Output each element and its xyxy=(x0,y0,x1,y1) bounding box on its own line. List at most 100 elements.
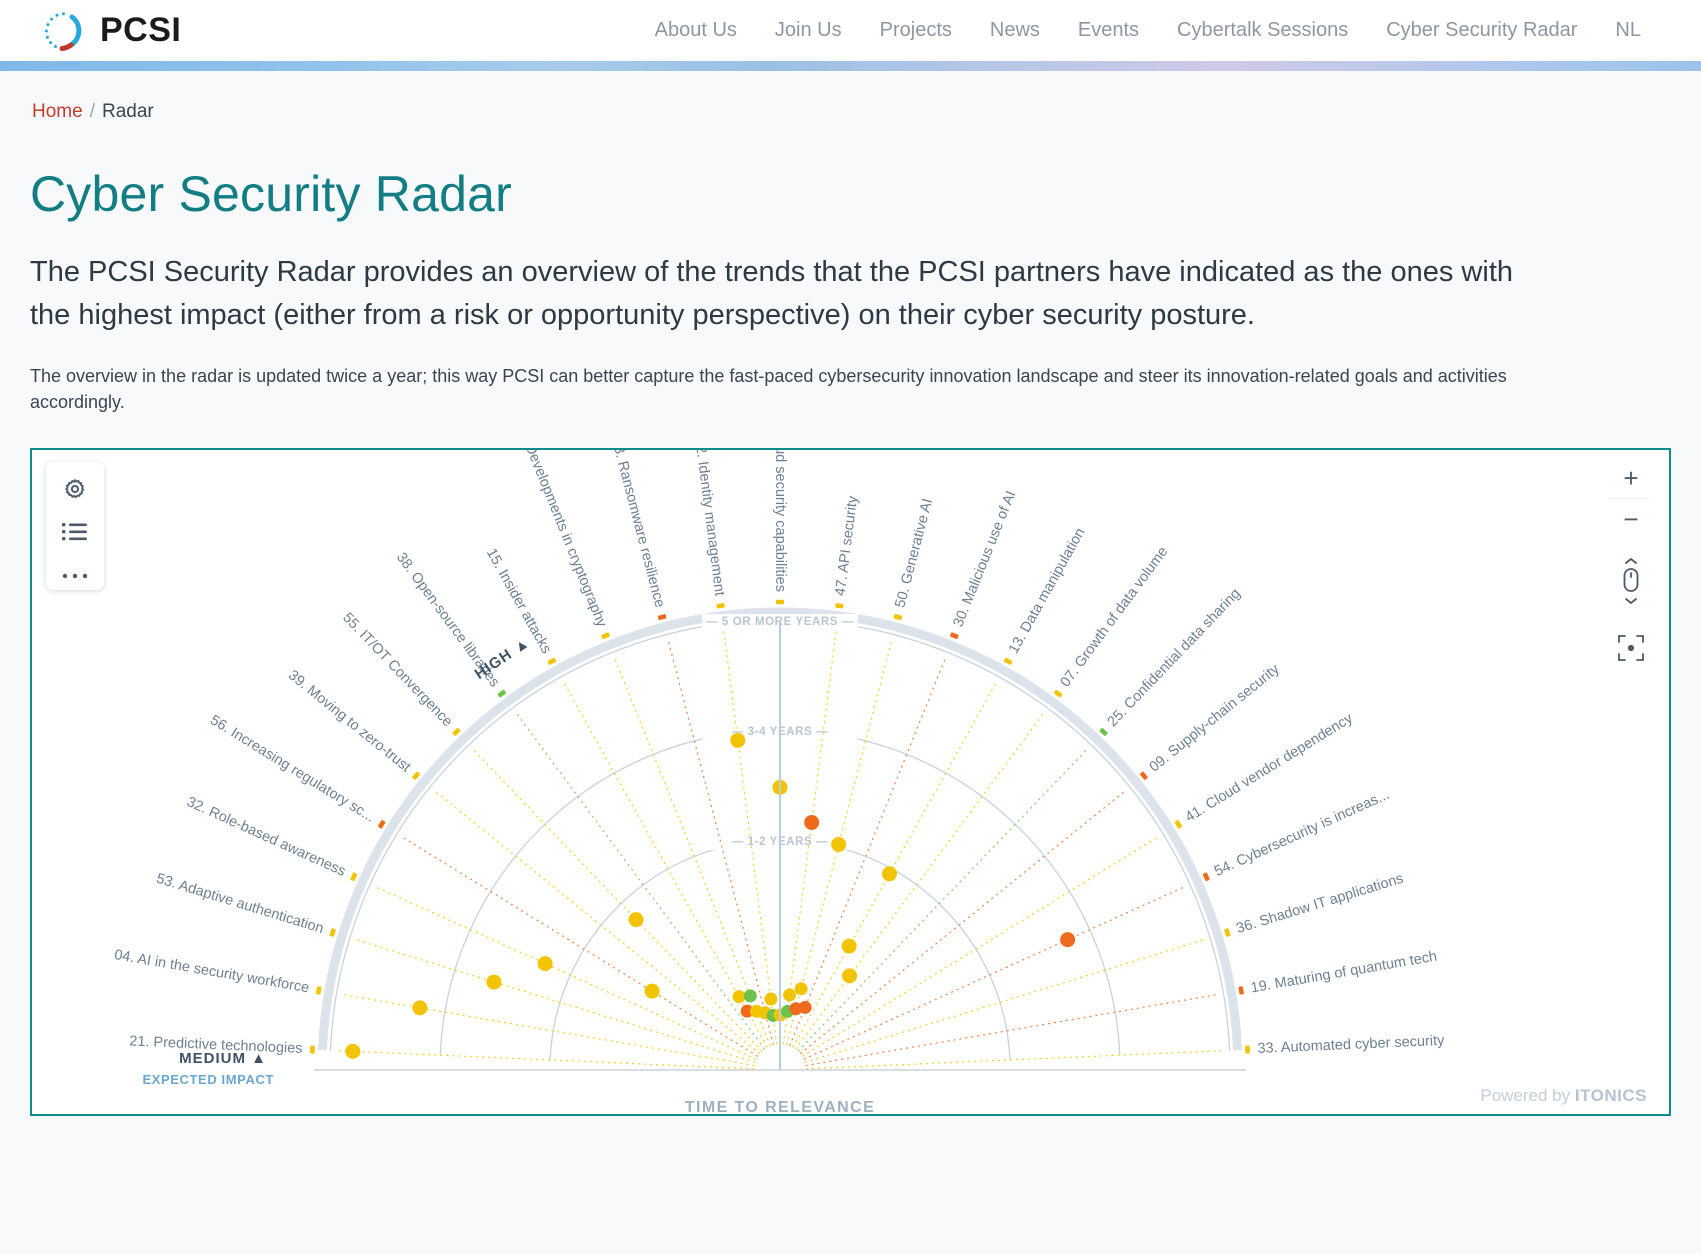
radar-spoke-tick xyxy=(1003,657,1013,665)
radar-settings-button[interactable] xyxy=(55,475,95,503)
radar-spoke-tick xyxy=(1224,928,1231,937)
nav-item-news[interactable]: News xyxy=(990,19,1040,42)
radar-spoke-label[interactable]: 50. Generative AI xyxy=(892,497,936,609)
breadcrumb: Home / Radar xyxy=(0,71,1701,123)
radar-spoke-label[interactable]: 09. Supply-chain security xyxy=(1147,661,1284,776)
nav-item-cyber-security-radar[interactable]: Cyber Security Radar xyxy=(1386,19,1577,42)
nav-item-about-us[interactable]: About Us xyxy=(655,19,737,42)
site-header: PCSI About Us Join Us Projects News Even… xyxy=(0,0,1701,61)
radar-data-point[interactable] xyxy=(764,992,778,1006)
radar-fit-to-screen-button[interactable] xyxy=(1609,630,1653,670)
radar-left-toolbar xyxy=(46,462,104,590)
radar-data-point[interactable] xyxy=(1060,932,1076,948)
radar-data-point[interactable] xyxy=(412,1000,428,1016)
breadcrumb-separator: / xyxy=(89,101,95,122)
radar-spoke-tick xyxy=(1053,689,1063,698)
radar-spoke-tick xyxy=(350,872,358,882)
radar-pan-control[interactable] xyxy=(1609,557,1653,616)
page-subtext: The overview in the radar is updated twi… xyxy=(30,365,1507,412)
radar-data-point[interactable] xyxy=(537,956,553,972)
radar-spoke-tick xyxy=(497,689,507,698)
radar-data-point[interactable] xyxy=(486,974,502,990)
radar-data-point[interactable] xyxy=(783,988,797,1002)
radar-spoke-label[interactable]: 39. Moving to zero-trust xyxy=(285,667,414,775)
radar-spoke-tick xyxy=(893,614,903,621)
radar-data-point[interactable] xyxy=(798,1000,812,1014)
radar-spoke-tick xyxy=(316,986,322,995)
gear-icon xyxy=(63,477,87,501)
radar-spoke-label[interactable]: 47. API security xyxy=(833,494,862,597)
radar-spoke-label[interactable]: 55. IT/OT Convergence xyxy=(339,610,455,730)
radar-spoke-tick xyxy=(657,614,667,621)
zoom-in-button[interactable]: + xyxy=(1609,458,1653,498)
radar-spoke-label[interactable]: 53. Adaptive authentication xyxy=(154,871,325,937)
radar-data-point[interactable] xyxy=(842,968,858,984)
powered-by-prefix: Powered by xyxy=(1480,1086,1575,1105)
radar-spoke-tick xyxy=(716,603,725,609)
radar-data-point[interactable] xyxy=(794,982,808,996)
radar-spoke-tick xyxy=(1099,727,1108,736)
radar-spoke-tick xyxy=(1202,872,1210,882)
radar-spoke-label[interactable]: 22. Identity management xyxy=(691,450,727,597)
radar-spoke-label[interactable]: 04. AI in the security workforce xyxy=(113,947,310,996)
page-title: Cyber Security Radar xyxy=(30,166,512,222)
radar-spoke-label[interactable]: 54. Cybersecurity is increas... xyxy=(1212,787,1392,880)
radar-spoke-label[interactable]: 43. Ransomware resilience xyxy=(608,450,668,609)
zoom-out-button[interactable]: − xyxy=(1609,498,1653,538)
powered-by-label: Powered by ITONICS xyxy=(1480,1086,1647,1106)
more-icon xyxy=(62,572,88,580)
radar-spoke-label[interactable]: 36. Shadow IT applications xyxy=(1235,871,1406,937)
nav-item-cybertalk-sessions[interactable]: Cybertalk Sessions xyxy=(1177,19,1348,42)
radar-data-point[interactable] xyxy=(831,837,847,853)
radar-data-point[interactable] xyxy=(345,1043,361,1059)
radar-data-point[interactable] xyxy=(841,938,857,954)
radar-spoke-label[interactable]: 32. Role-based awareness xyxy=(184,794,348,880)
radar-more-options-button[interactable] xyxy=(55,562,95,590)
radar-spoke-tick xyxy=(1174,820,1183,829)
radar-spoke-label[interactable]: 52. Cloud security capabilities xyxy=(772,450,788,592)
radar-spoke-tick xyxy=(547,657,557,665)
radar-spoke-tick xyxy=(776,599,784,605)
powered-by-brand: ITONICS xyxy=(1574,1086,1647,1105)
radar-spoke-tick xyxy=(1245,1045,1250,1054)
radar-spoke-tick xyxy=(1238,986,1244,995)
radar-data-point[interactable] xyxy=(644,983,660,999)
radar-spoke-label[interactable]: 30. Malicious use of AI xyxy=(951,489,1020,630)
header-gradient-rule xyxy=(0,61,1701,71)
radar-spoke-tick xyxy=(950,632,959,640)
breadcrumb-home[interactable]: Home xyxy=(32,101,83,122)
radar-data-point[interactable] xyxy=(628,912,644,928)
radar-stage[interactable]: — 5 OR MORE YEARS — — 3-4 YEARS — — 1-2 YE… xyxy=(32,450,1669,1114)
pcsi-circle-logo-icon xyxy=(38,7,86,55)
radar-data-point[interactable] xyxy=(743,989,757,1003)
radar-spoke-tick xyxy=(329,928,336,937)
radar-card: — 5 OR MORE YEARS — — 3-4 YEARS — — 1-2 YE… xyxy=(30,448,1671,1116)
radar-chart[interactable]: — 5 OR MORE YEARS —— 3-4 YEARS —— 1-2 YE… xyxy=(32,450,1669,1114)
nav-item-projects[interactable]: Projects xyxy=(880,19,952,42)
radar-impact-axis-sublabel: EXPECTED IMPACT xyxy=(142,1072,274,1087)
radar-spoke-tick xyxy=(412,771,420,780)
nav-item-join-us[interactable]: Join Us xyxy=(775,19,842,42)
radar-spoke-tick xyxy=(452,727,461,736)
focus-frame-icon xyxy=(1618,634,1644,666)
brand[interactable]: PCSI xyxy=(38,7,181,55)
radar-x-axis-label: TIME TO RELEVANCE xyxy=(685,1099,875,1114)
nav-item-language-nl[interactable]: NL xyxy=(1615,19,1641,42)
radar-spoke-label[interactable]: 13. Data manipulation xyxy=(1006,525,1089,656)
radar-spoke-label[interactable]: 19. Maturing of quantum tech xyxy=(1250,949,1439,997)
radar-data-point[interactable] xyxy=(804,814,820,830)
radar-list-view-button[interactable] xyxy=(55,518,95,546)
nav-item-events[interactable]: Events xyxy=(1078,19,1139,42)
radar-spoke-tick xyxy=(601,632,610,640)
radar-impact-medium-label: MEDIUM ▲ xyxy=(179,1050,267,1067)
breadcrumb-current: Radar xyxy=(101,101,154,122)
brand-name: PCSI xyxy=(100,11,182,49)
radar-data-point[interactable] xyxy=(730,732,746,748)
radar-data-point[interactable] xyxy=(732,990,746,1004)
radar-spoke-tick xyxy=(835,603,844,609)
radar-data-point[interactable] xyxy=(882,866,898,882)
radar-spoke-label[interactable]: 33. Automated cyber security xyxy=(1257,1033,1445,1057)
plus-icon: + xyxy=(1623,463,1639,493)
radar-spoke-tick xyxy=(1140,771,1148,780)
page-lede: The PCSI Security Radar provides an over… xyxy=(30,256,1514,331)
